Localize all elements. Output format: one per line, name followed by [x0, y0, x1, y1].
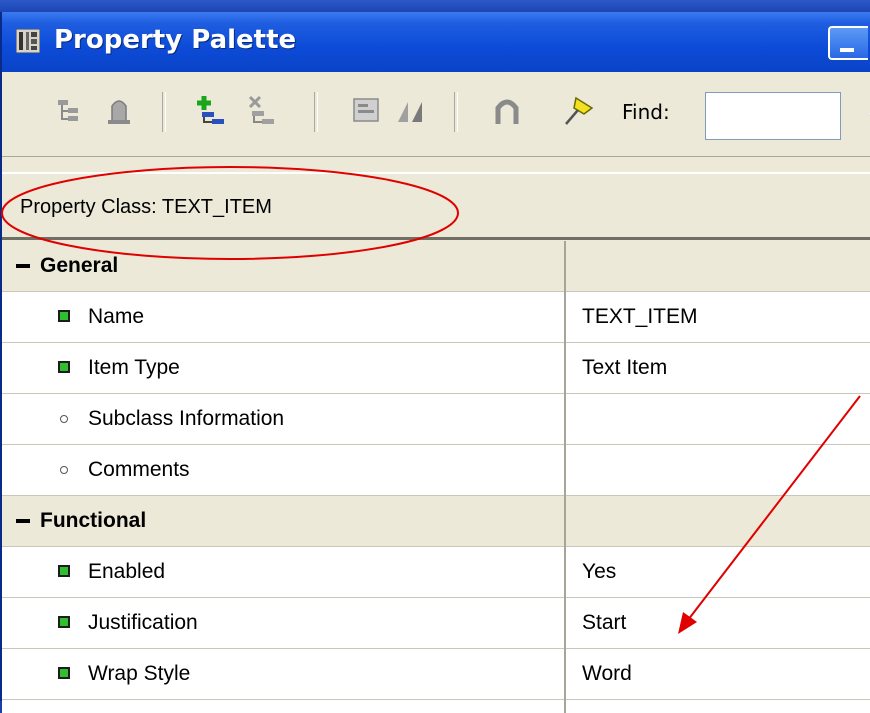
- category-name: Functional: [40, 509, 147, 532]
- category-row-general[interactable]: General: [2, 241, 870, 292]
- toolbar-separator: [314, 92, 318, 132]
- paste-properties-icon[interactable]: [394, 94, 428, 128]
- intersection-icon[interactable]: [490, 94, 524, 128]
- property-row-subclass-information[interactable]: Subclass Information: [2, 394, 870, 445]
- default-property-icon: [60, 466, 68, 474]
- toolbar-separator: [162, 92, 166, 132]
- collapse-icon[interactable]: [16, 264, 30, 268]
- property-value[interactable]: Start: [582, 598, 626, 648]
- desktop-backdrop: [0, 0, 870, 12]
- toolbar-separator: [454, 92, 458, 132]
- default-property-icon: [60, 415, 68, 423]
- property-value[interactable]: Yes: [582, 547, 616, 597]
- toolbar-overflow-icon[interactable]: ❔: [864, 112, 870, 126]
- pin-icon[interactable]: [562, 94, 596, 128]
- property-value[interactable]: TEXT_ITEM: [582, 292, 698, 342]
- property-grid: General Name TEXT_ITEM Item Type Text It…: [2, 241, 870, 713]
- delete-icon[interactable]: [244, 94, 278, 128]
- create-icon[interactable]: [194, 94, 228, 128]
- property-palette-window: Property Palette Find: Property Class: T…: [0, 12, 870, 713]
- set-property-icon: [58, 565, 70, 577]
- property-row-justification[interactable]: Justification Start: [2, 598, 870, 649]
- bell-icon[interactable]: [102, 94, 136, 128]
- property-value[interactable]: Word: [582, 649, 632, 699]
- property-class-bar: Property Class: TEXT_ITEM: [2, 172, 870, 240]
- property-row-comments[interactable]: Comments: [2, 445, 870, 496]
- collapse-icon[interactable]: [16, 519, 30, 523]
- property-row-name[interactable]: Name TEXT_ITEM: [2, 292, 870, 343]
- set-property-icon: [58, 310, 70, 322]
- window-title: Property Palette: [54, 25, 297, 55]
- category-row-functional[interactable]: Functional: [2, 496, 870, 547]
- title-bar[interactable]: Property Palette: [2, 12, 870, 72]
- set-property-icon: [58, 361, 70, 373]
- property-row-enabled[interactable]: Enabled Yes: [2, 547, 870, 598]
- category-name: General: [40, 254, 119, 277]
- expand-tree-icon[interactable]: [56, 94, 90, 128]
- property-palette-icon: [16, 29, 40, 53]
- property-value[interactable]: Text Item: [582, 343, 667, 393]
- copy-properties-icon[interactable]: [350, 94, 384, 128]
- column-divider[interactable]: [564, 241, 566, 713]
- set-property-icon: [58, 667, 70, 679]
- property-row-item-type[interactable]: Item Type Text Item: [2, 343, 870, 394]
- minimize-icon: [840, 48, 854, 52]
- property-row-wrap-style[interactable]: Wrap Style Word: [2, 649, 870, 700]
- minimize-button[interactable]: [828, 26, 868, 60]
- find-input[interactable]: [705, 92, 841, 140]
- find-label: Find:: [622, 100, 670, 124]
- property-class-label: Property Class: TEXT_ITEM: [20, 196, 272, 218]
- set-property-icon: [58, 616, 70, 628]
